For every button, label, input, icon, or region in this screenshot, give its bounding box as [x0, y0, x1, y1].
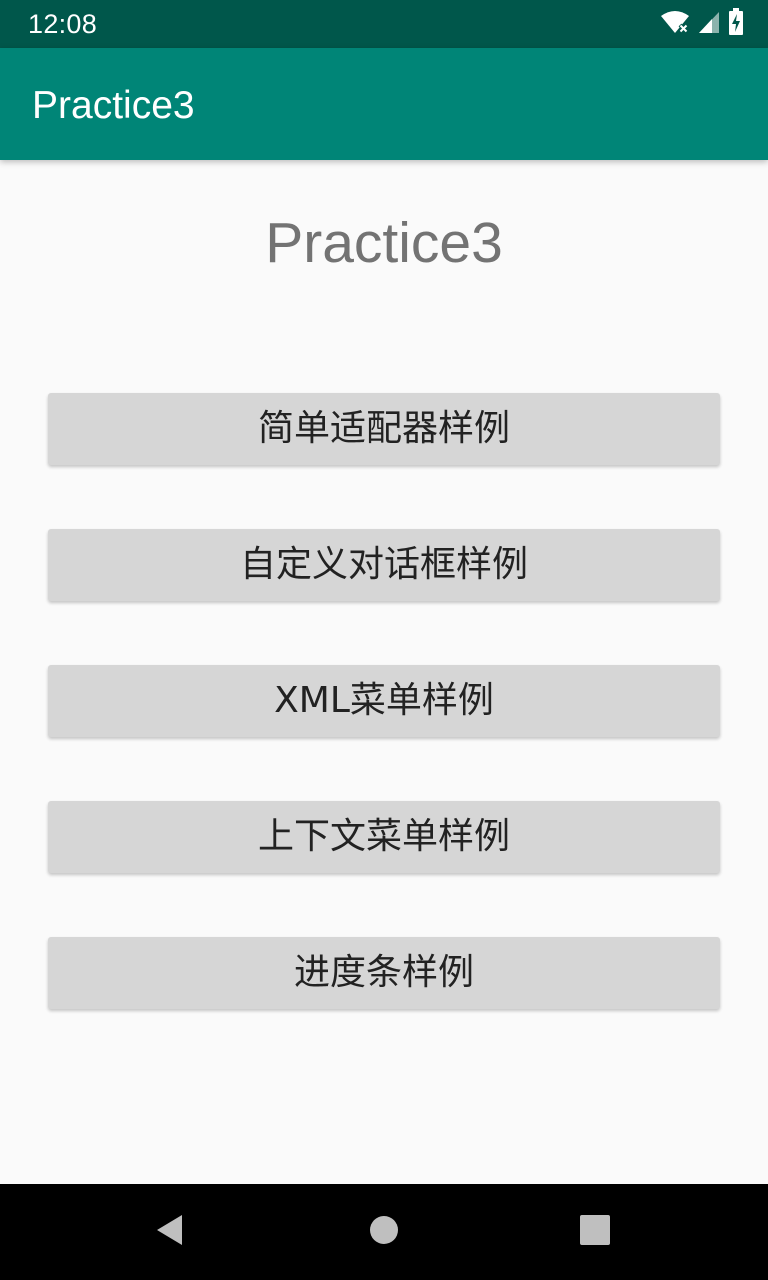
page-heading: Practice3: [265, 211, 503, 275]
simple-adapter-example-button[interactable]: 简单适配器样例: [48, 393, 720, 465]
main-content: Practice3 简单适配器样例 自定义对话框样例 XML菜单样例 上下文菜单…: [0, 160, 768, 1184]
xml-menu-example-button[interactable]: XML菜单样例: [48, 665, 720, 737]
recents-button[interactable]: [565, 1202, 625, 1262]
back-icon: [154, 1213, 186, 1251]
status-bar: 12:08: [0, 0, 768, 48]
home-button[interactable]: [354, 1202, 414, 1262]
wifi-icon: [660, 10, 690, 38]
home-icon: [369, 1215, 399, 1249]
app-bar: Practice3: [0, 48, 768, 160]
navigation-bar: [0, 1184, 768, 1280]
context-menu-example-button[interactable]: 上下文菜单样例: [48, 801, 720, 873]
status-icons: [660, 8, 744, 40]
progress-bar-example-button[interactable]: 进度条样例: [48, 937, 720, 1009]
status-time: 12:08: [28, 9, 98, 39]
back-button[interactable]: [140, 1202, 200, 1262]
battery-charging-icon: [728, 8, 744, 40]
cellular-signal-icon: [698, 10, 720, 38]
app-title: Practice3: [32, 84, 195, 127]
recents-icon: [580, 1215, 610, 1249]
custom-dialog-example-button[interactable]: 自定义对话框样例: [48, 529, 720, 601]
